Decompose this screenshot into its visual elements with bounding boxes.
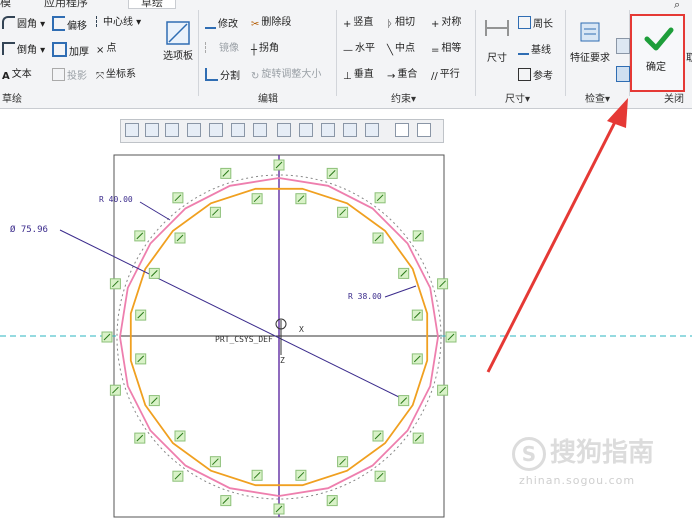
- dim-r38[interactable]: R 38.00: [348, 292, 382, 301]
- csys-label: PRT_CSYS_DEF: [215, 335, 273, 344]
- csys-x-label: X: [299, 325, 304, 334]
- watermark-logo: S 搜狗指南: [512, 432, 654, 471]
- r40-leader: [139, 201, 171, 221]
- diameter-dim-line: [59, 229, 406, 401]
- watermark-icon: S: [512, 437, 546, 471]
- watermark-url: zhinan.sogou.com: [519, 474, 636, 487]
- r38-leader: [384, 285, 417, 298]
- csys-z-label: Z: [280, 356, 285, 365]
- dim-r40[interactable]: R 40.00: [99, 195, 133, 204]
- dim-diameter[interactable]: Ø 75.96: [10, 225, 48, 235]
